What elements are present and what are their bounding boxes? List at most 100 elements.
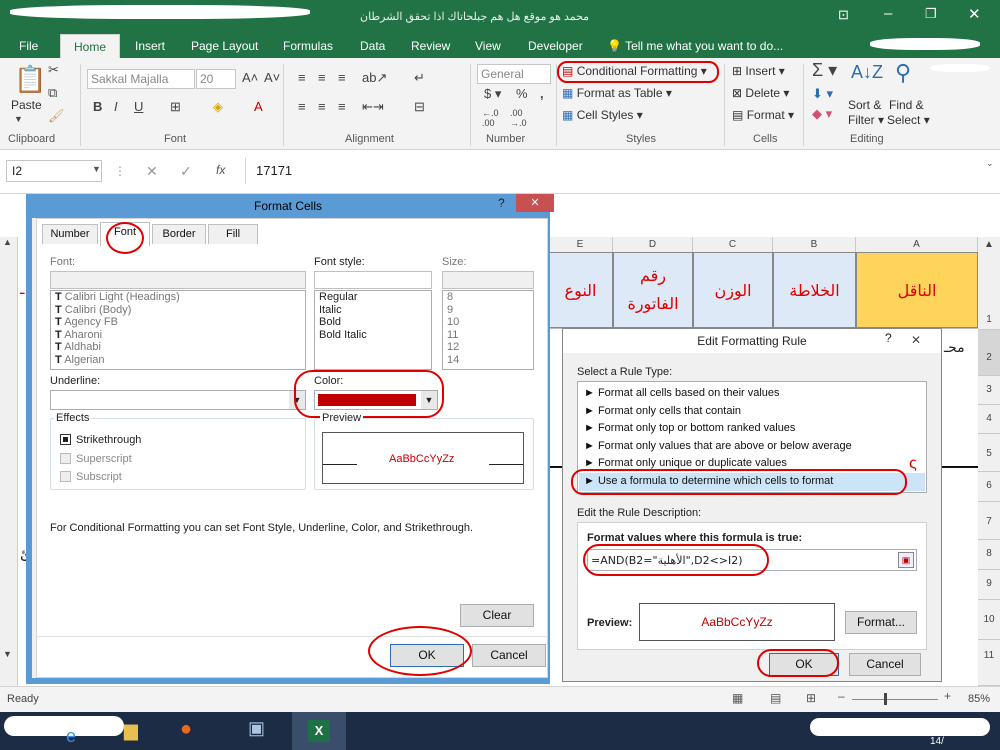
close-icon[interactable]: ✕ — [911, 333, 921, 347]
size-input[interactable] — [442, 271, 534, 289]
minimize-icon[interactable]: – — [884, 5, 892, 22]
cell-e1[interactable]: النوع — [548, 252, 613, 328]
list-item[interactable]: 12 — [443, 341, 533, 354]
rule-item[interactable]: ► Format only values that are above or b… — [584, 438, 852, 456]
italic-icon[interactable]: I — [114, 99, 118, 114]
name-box-dropdown-icon[interactable]: ▼ — [92, 164, 101, 174]
tab-page-layout[interactable]: Page Layout — [191, 39, 258, 53]
scroll-down-icon[interactable]: ▼ — [3, 649, 12, 659]
fill-icon[interactable]: ⬇ ▾ — [812, 86, 833, 102]
close-icon[interactable]: ✕ — [516, 194, 554, 212]
bottom-align-icon[interactable]: ≡ — [338, 70, 346, 85]
cell-d1[interactable]: رقم الفاتورة — [613, 252, 693, 328]
tab-developer[interactable]: Developer — [528, 39, 583, 53]
restore-icon[interactable]: ❐ — [925, 6, 937, 22]
rule-item[interactable]: ► Format only top or bottom ranked value… — [584, 420, 795, 438]
font-color-icon[interactable]: A — [254, 99, 263, 114]
font-style-list[interactable]: Regular Italic Bold Bold Italic — [314, 290, 432, 370]
clear-icon[interactable]: ◆ ▾ — [812, 106, 832, 122]
paste-icon[interactable]: 📋 — [14, 64, 46, 95]
tab-home[interactable]: Home — [60, 34, 121, 58]
delete-cells-button[interactable]: ⊠ Delete ▾ — [732, 86, 789, 100]
row-header-7[interactable]: 7 — [978, 502, 1000, 540]
list-item[interactable]: 11 — [443, 329, 533, 342]
font-style-input[interactable] — [314, 271, 432, 289]
decrease-font-icon[interactable]: A˅ — [264, 70, 280, 85]
middle-align-icon[interactable]: ≡ — [318, 70, 326, 85]
excel-taskbar-button[interactable]: X — [292, 712, 346, 750]
cell-a2[interactable]: محـ — [944, 340, 965, 356]
tab-review[interactable]: Review — [411, 39, 450, 53]
expand-formula-icon[interactable]: ⌄ — [986, 158, 994, 169]
sort-filter-icon[interactable]: A↓Z — [851, 62, 883, 83]
zoom-slider[interactable] — [852, 699, 938, 700]
row-header-4[interactable]: 4 — [978, 405, 1000, 434]
cancel-entry-icon[interactable]: ✕ — [146, 163, 158, 180]
list-item[interactable]: 8 — [443, 291, 533, 304]
tab-view[interactable]: View — [475, 39, 501, 53]
close-icon[interactable]: ✕ — [968, 5, 981, 23]
column-header-c[interactable]: C — [693, 237, 773, 252]
fill-color-icon[interactable]: ◈ — [213, 99, 223, 115]
clear-button[interactable]: Clear — [460, 604, 534, 627]
find-label-1[interactable]: Find & — [889, 98, 924, 112]
cell-a1[interactable]: الناقل — [856, 252, 978, 328]
orientation-icon[interactable]: ab↗ — [362, 70, 387, 86]
name-box[interactable]: I2 — [6, 160, 102, 182]
list-item[interactable]: 10 — [443, 316, 533, 329]
merge-center-icon[interactable]: ⊟ — [414, 99, 425, 115]
percent-icon[interactable]: % — [516, 86, 528, 101]
cut-icon[interactable]: ✂ — [48, 62, 59, 78]
list-item[interactable]: 9 — [443, 304, 533, 317]
zoom-in-icon[interactable]: + — [944, 689, 951, 703]
tab-insert[interactable]: Insert — [135, 39, 165, 53]
sort-label-1[interactable]: Sort & — [848, 98, 881, 112]
app-icon[interactable]: ▣ — [248, 718, 265, 739]
ribbon-display-icon[interactable]: ⊡ — [838, 7, 849, 23]
row-header-9[interactable]: 9 — [978, 570, 1000, 600]
column-header-a[interactable]: A — [856, 237, 978, 252]
row-header-11[interactable]: 11 — [978, 640, 1000, 686]
list-item[interactable]: 14 — [443, 354, 533, 367]
cell-c1[interactable]: الوزن — [693, 252, 773, 328]
list-item[interactable]: Bold Italic — [315, 329, 431, 342]
column-header-d[interactable]: D — [613, 237, 693, 252]
tab-fill[interactable]: Fill — [208, 224, 258, 244]
sort-label-2[interactable]: Filter ▾ — [848, 113, 884, 127]
rule-item[interactable]: ► Format only cells that contain — [584, 403, 741, 421]
row-header-5[interactable]: 5 — [978, 434, 1000, 472]
align-right-icon[interactable]: ≡ — [338, 99, 346, 114]
format-cells-button[interactable]: ▤ Format ▾ — [732, 108, 794, 122]
normal-view-icon[interactable]: ▦ — [732, 691, 743, 705]
scroll-up-icon[interactable]: ▲ — [3, 237, 12, 247]
font-name-box[interactable]: Sakkal Majalla — [87, 69, 195, 89]
underline-icon[interactable]: U — [134, 99, 143, 114]
align-center-icon[interactable]: ≡ — [318, 99, 326, 114]
borders-icon[interactable]: ⊞ — [170, 99, 181, 115]
format-button[interactable]: Format... — [845, 611, 917, 634]
cancel-button[interactable]: Cancel — [849, 653, 921, 676]
row-header-8[interactable]: 8 — [978, 540, 1000, 570]
help-icon[interactable]: ? — [885, 331, 892, 345]
scroll-right-icon[interactable]: ▲ — [978, 237, 1000, 252]
cancel-button[interactable]: Cancel — [472, 644, 546, 667]
underline-select[interactable]: ▼ — [50, 390, 306, 410]
file-explorer-icon[interactable]: ▆ — [124, 720, 138, 741]
tab-number[interactable]: Number — [42, 224, 98, 244]
strikethrough-checkbox[interactable] — [60, 434, 71, 445]
firefox-icon[interactable]: ● — [180, 718, 192, 741]
find-label-2[interactable]: Select ▾ — [887, 113, 930, 127]
tab-formulas[interactable]: Formulas — [283, 39, 333, 53]
row-header-2[interactable]: 2 — [978, 330, 1000, 376]
zoom-slider-thumb[interactable] — [884, 693, 887, 705]
confirm-entry-icon[interactable]: ✓ — [180, 163, 192, 180]
find-select-icon[interactable]: ⚲ — [895, 60, 911, 86]
list-item[interactable]: T Calibri (Body) — [51, 304, 305, 317]
font-name-input[interactable] — [50, 271, 306, 289]
list-item[interactable]: Bold — [315, 316, 431, 329]
format-painter-icon[interactable]: 🖌 — [48, 108, 65, 124]
row-header-6[interactable]: 6 — [978, 472, 1000, 502]
list-item[interactable]: T Agency FB — [51, 316, 305, 329]
vertical-scrollbar-left[interactable]: ▲ ▼ — [0, 237, 18, 687]
list-item[interactable]: Regular — [315, 291, 431, 304]
